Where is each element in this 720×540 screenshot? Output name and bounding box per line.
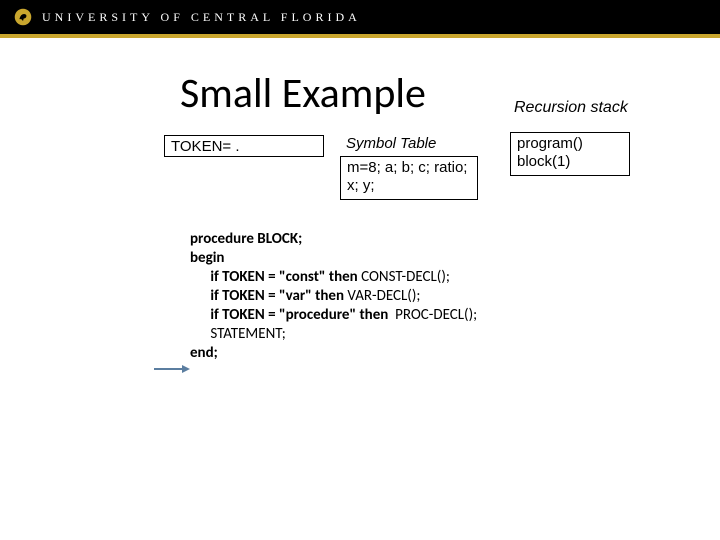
token-box: TOKEN= . (164, 135, 324, 157)
recursion-stack-label: Recursion stack (514, 99, 628, 117)
header-accent-line (0, 34, 720, 38)
slide-title: Small Example (180, 68, 426, 119)
code-line-4: if TOKEN = "var" then VAR-DECL(); (190, 287, 477, 306)
symbol-table-box: m=8; a; b; c; ratio; x; y; (340, 156, 478, 200)
header-bar: UNIVERSITY OF CENTRAL FLORIDA (0, 0, 720, 34)
symbol-table-label: Symbol Table (346, 135, 436, 152)
stack-line-1: program() (517, 135, 623, 153)
stack-line-2: block(1) (517, 153, 623, 171)
code-line-7: end; (190, 344, 477, 363)
code-line-3: if TOKEN = "const" then CONST-DECL(); (190, 268, 477, 287)
pegasus-logo-icon (14, 8, 32, 26)
university-name: UNIVERSITY OF CENTRAL FLORIDA (42, 10, 361, 25)
arrow-icon (152, 362, 192, 376)
code-block: procedure BLOCK; begin if TOKEN = "const… (190, 230, 477, 363)
code-line-1: procedure BLOCK; (190, 230, 477, 249)
code-line-2: begin (190, 249, 477, 268)
recursion-stack-box: program() block(1) (510, 132, 630, 176)
code-line-6: STATEMENT; (190, 325, 477, 344)
code-line-5: if TOKEN = "procedure" then PROC-DECL(); (190, 306, 477, 325)
